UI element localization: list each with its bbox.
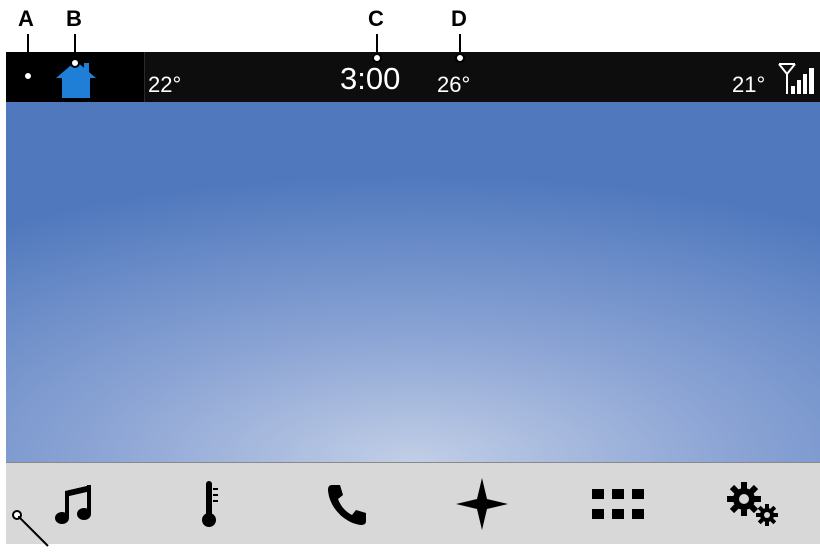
callout-d-leader xyxy=(459,34,461,54)
apps-button[interactable] xyxy=(550,463,685,544)
touchscreen-display: 22° 3:00 26° 21° xyxy=(6,52,820,544)
thermometer-icon xyxy=(201,481,218,527)
phone-button[interactable] xyxy=(278,463,413,544)
callout-c: C xyxy=(368,6,384,31)
outside-temperature: 26° xyxy=(437,72,471,97)
signal-strength-icon xyxy=(778,63,814,94)
phone-icon xyxy=(327,485,366,525)
apps-grid-icon xyxy=(591,489,644,519)
right-zone-temperature[interactable]: 21° xyxy=(732,72,765,98)
navigation-button[interactable] xyxy=(414,463,549,544)
navigation-compass-icon xyxy=(455,478,508,530)
left-zone-temperature[interactable]: 22° xyxy=(148,72,181,98)
climate-button[interactable] xyxy=(142,463,277,544)
settings-button[interactable] xyxy=(686,463,820,544)
settings-gears-icon xyxy=(726,482,778,526)
clock: 3:00 xyxy=(340,61,401,96)
callout-d: D xyxy=(451,6,467,31)
status-bar: 22° 3:00 26° 21° xyxy=(6,52,820,102)
callout-e-leader xyxy=(18,516,49,547)
callout-d-dot xyxy=(455,53,465,63)
main-content-area xyxy=(6,102,820,462)
callout-a-dot xyxy=(23,71,33,81)
callout-b: B xyxy=(66,6,82,31)
feature-bar xyxy=(6,462,820,544)
callout-c-dot xyxy=(372,53,382,63)
callout-b-dot xyxy=(70,58,80,68)
callout-c-leader xyxy=(376,34,378,54)
callout-a: A xyxy=(18,6,34,31)
